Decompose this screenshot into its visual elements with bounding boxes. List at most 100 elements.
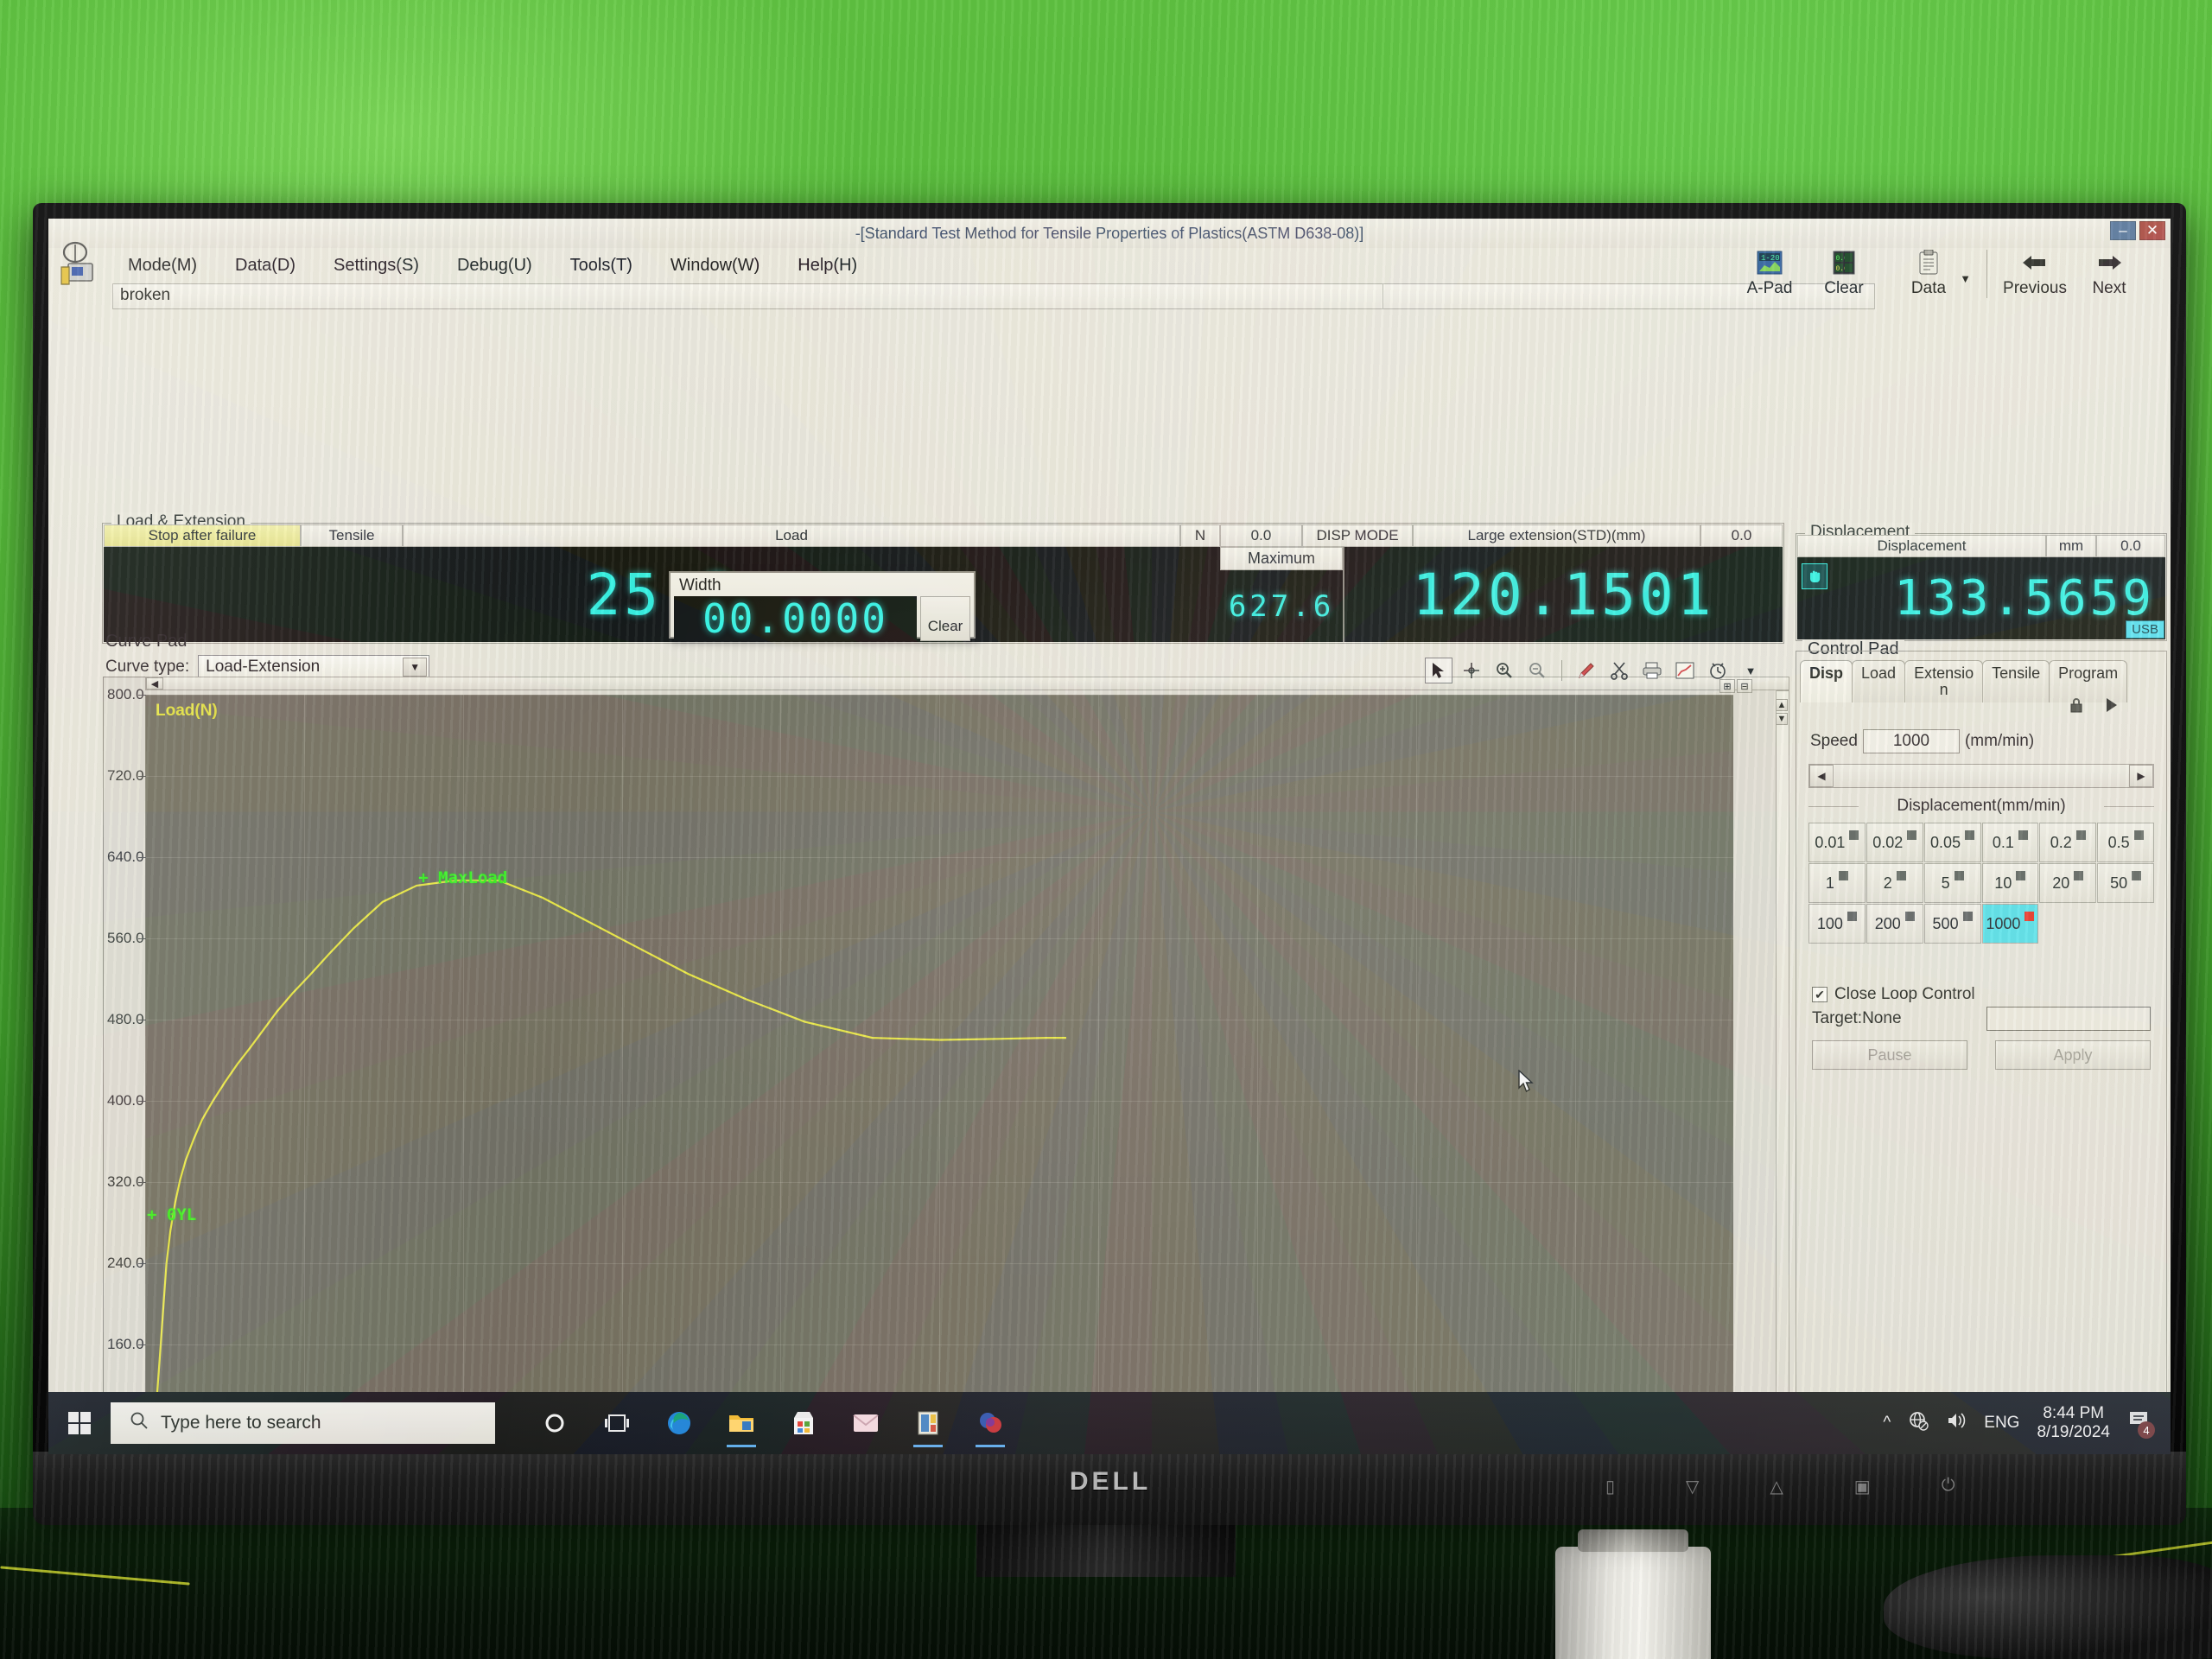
speed-input[interactable]: 1000 (1862, 729, 1960, 753)
zoom-step-down-button[interactable]: ▼ (1776, 713, 1788, 725)
previous-button[interactable]: Previous (1998, 248, 2072, 298)
show-hidden-icons-button[interactable]: ^ (1883, 1414, 1891, 1433)
scroll-left-button[interactable]: ◀ (146, 677, 163, 690)
clear-button[interactable]: 0.00 0.00 Clear (1807, 248, 1881, 298)
monitor-down-button[interactable]: ▽ (1686, 1476, 1699, 1497)
zoom-out-icon[interactable] (1523, 658, 1551, 683)
monitor-input-button[interactable]: ▣ (1854, 1476, 1871, 1497)
plot-zoom-controls[interactable]: ▲ ▼ (1776, 699, 1788, 725)
menu-mode[interactable]: Mode(M) (109, 252, 216, 279)
menu-help[interactable]: Help(H) (779, 252, 876, 279)
task-view-icon[interactable] (590, 1396, 644, 1450)
speed-preset-20[interactable]: 20 (2039, 863, 2097, 903)
large-extension-zero[interactable]: 0.0 (1700, 524, 1783, 547)
speed-preset-500[interactable]: 500 (1923, 904, 1981, 944)
target-input[interactable] (1986, 1007, 2151, 1031)
displacement-zero[interactable]: 0.0 (2096, 535, 2165, 557)
speed-preset-0.02[interactable]: 0.02 (1866, 823, 1923, 862)
slider-left-button[interactable]: ◀ (1809, 765, 1834, 787)
play-icon[interactable] (2104, 696, 2120, 718)
plot-vscrollbar[interactable] (1776, 690, 1789, 1454)
printer-icon[interactable] (1638, 658, 1666, 683)
speed-preset-0.01[interactable]: 0.01 (1808, 823, 1866, 862)
plot-area[interactable]: Load(N) Extension(mm) + MaxLoad+ 0YL (145, 695, 1733, 1454)
y-axis-tick (138, 1101, 146, 1102)
speed-preset-led (1962, 912, 1973, 921)
menu-tools[interactable]: Tools(T) (551, 252, 652, 279)
menu-debug[interactable]: Debug(U) (438, 252, 551, 279)
speed-preset-1000[interactable]: 1000 (1981, 904, 2039, 944)
speed-preset-led (1838, 871, 1848, 880)
speed-preset-1[interactable]: 1 (1808, 863, 1866, 903)
app-icon[interactable] (963, 1396, 1017, 1450)
status-field[interactable]: broken (112, 283, 1382, 309)
chevron-down-icon[interactable]: ▼ (1737, 658, 1764, 683)
speed-preset-led (1904, 912, 1915, 921)
app-logo-icon (57, 241, 97, 289)
scissors-icon[interactable] (1605, 658, 1633, 683)
monitor-menu-button[interactable]: ▯ (1605, 1476, 1615, 1497)
pause-button[interactable]: Pause (1812, 1040, 1967, 1070)
chevron-down-icon[interactable]: ▼ (1960, 272, 1971, 285)
clock-icon[interactable] (1704, 658, 1732, 683)
width-clear-button[interactable]: Clear (920, 596, 970, 641)
pointer-icon[interactable] (1425, 658, 1452, 683)
search-icon (130, 1411, 149, 1435)
menu-window[interactable]: Window(W) (652, 252, 779, 279)
language-indicator[interactable]: ENG (1984, 1414, 2019, 1433)
lock-icon[interactable] (2068, 696, 2085, 718)
speed-preset-0.2[interactable]: 0.2 (2039, 823, 2097, 862)
speed-preset-10[interactable]: 10 (1981, 863, 2039, 903)
speed-preset-0.05[interactable]: 0.05 (1923, 823, 1981, 862)
monitor-up-button[interactable]: △ (1770, 1476, 1783, 1497)
speed-preset-200[interactable]: 200 (1866, 904, 1923, 944)
chevron-down-icon[interactable]: ▼ (403, 658, 428, 677)
start-button[interactable] (48, 1412, 111, 1434)
apad-button[interactable]: 1-20 A-Pad (1732, 248, 1807, 298)
volume-icon[interactable] (1946, 1411, 1967, 1435)
chart-icon[interactable] (1671, 658, 1699, 683)
speed-preset-5[interactable]: 5 (1923, 863, 1981, 903)
close-loop-control-row[interactable]: ✔ Close Loop Control (1812, 985, 2163, 1004)
next-button[interactable]: Next (2072, 248, 2146, 298)
mail-icon[interactable] (839, 1396, 893, 1450)
notifications-button[interactable]: 4 (2127, 1409, 2155, 1439)
close-button[interactable]: ✕ (2139, 221, 2165, 240)
pen-icon[interactable] (1573, 658, 1600, 683)
data-button[interactable]: Data ▼ (1881, 248, 1976, 298)
load-unit: N (1180, 524, 1220, 547)
tester-app-icon[interactable] (901, 1396, 955, 1450)
edge-icon[interactable] (652, 1396, 706, 1450)
slider-right-button[interactable]: ▶ (2129, 765, 2153, 787)
crosshair-icon[interactable] (1458, 658, 1485, 683)
width-popup-dialog[interactable]: Width 00.0000 Clear (669, 571, 976, 642)
hand-icon[interactable] (1802, 563, 1827, 589)
menu-data[interactable]: Data(D) (216, 252, 315, 279)
zoom-step-up-button[interactable]: ▲ (1776, 699, 1788, 711)
tensile-tab[interactable]: Tensile (301, 524, 403, 547)
large-extension-header: Large extension(STD)(mm) (1413, 524, 1700, 547)
speed-preset-2[interactable]: 2 (1866, 863, 1923, 903)
speed-slider[interactable]: ◀ ▶ (1808, 764, 2154, 788)
microsoft-store-icon[interactable] (777, 1396, 830, 1450)
menu-settings[interactable]: Settings(S) (315, 252, 438, 279)
zoom-in-icon[interactable] (1491, 658, 1518, 683)
load-zero[interactable]: 0.0 (1220, 524, 1302, 547)
curve-type-select[interactable]: Load-Extension ▼ (198, 655, 430, 679)
file-explorer-icon[interactable] (715, 1396, 768, 1450)
minimize-button[interactable]: – (2110, 221, 2136, 240)
toolbar-divider (1986, 250, 1987, 298)
speed-preset-50[interactable]: 50 (2097, 863, 2154, 903)
speed-preset-100[interactable]: 100 (1808, 904, 1866, 944)
network-icon[interactable] (1908, 1410, 1929, 1436)
speed-preset-0.5[interactable]: 0.5 (2097, 823, 2154, 862)
close-loop-checkbox[interactable]: ✔ (1812, 987, 1827, 1002)
cortana-icon[interactable] (528, 1396, 582, 1450)
speed-preset-0.1[interactable]: 0.1 (1981, 823, 2039, 862)
stop-after-failure-tab[interactable]: Stop after failure (104, 524, 301, 547)
monitor-power-button[interactable]: ⏻ (1942, 1476, 1955, 1497)
search-input[interactable]: Type here to search (111, 1402, 495, 1444)
apply-button[interactable]: Apply (1995, 1040, 2151, 1070)
clock[interactable]: 8:44 PM 8/19/2024 (2037, 1404, 2110, 1442)
disp-mode-button[interactable]: DISP MODE (1302, 524, 1413, 547)
